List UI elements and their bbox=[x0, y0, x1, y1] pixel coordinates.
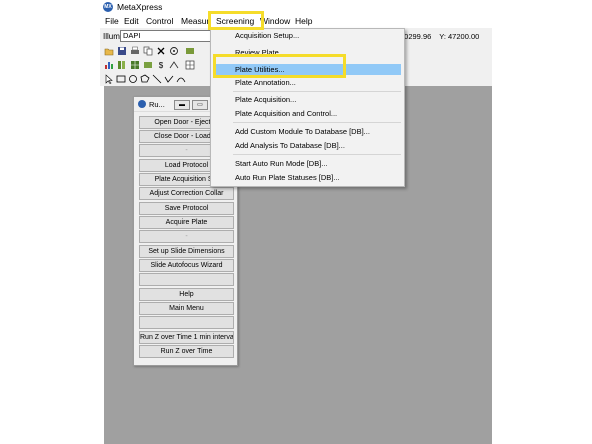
separator-button[interactable]: - bbox=[139, 230, 234, 243]
menu-item-start-auto-run[interactable]: Start Auto Run Mode [DB]... bbox=[235, 159, 328, 169]
menu-item-plate-annotation[interactable]: Plate Annotation... bbox=[235, 78, 296, 88]
run-z-over-time-button[interactable]: Run Z over Time bbox=[139, 345, 234, 358]
menu-measure[interactable]: Measur bbox=[179, 15, 211, 27]
histogram-icon[interactable] bbox=[104, 60, 114, 70]
save-icon[interactable] bbox=[117, 46, 127, 56]
adjust-correction-collar-button[interactable]: Adjust Correction Collar bbox=[139, 187, 234, 200]
metaxpress-window: MX MetaXpress File Edit Control Measur S… bbox=[100, 0, 492, 444]
workspace-edge bbox=[100, 86, 104, 444]
menu-item-auto-run-statuses[interactable]: Auto Run Plate Statuses [DB]... bbox=[235, 173, 340, 183]
coord-y: Y: 47200.00 bbox=[439, 32, 480, 41]
slide-autofocus-wizard-button[interactable]: Slide Autofocus Wizard bbox=[139, 259, 234, 272]
pointer-icon[interactable] bbox=[104, 74, 114, 84]
grid-view-icon[interactable] bbox=[185, 60, 195, 70]
stage-coordinates: 60299.96 Y: 47200.00 bbox=[400, 32, 485, 41]
target-icon[interactable] bbox=[169, 46, 179, 56]
rectangle-tool-icon[interactable] bbox=[116, 74, 126, 84]
line-tool-icon[interactable] bbox=[152, 74, 162, 84]
stack-icon[interactable] bbox=[117, 60, 127, 70]
panel-restore-button[interactable]: ▭ bbox=[192, 100, 208, 110]
menu-bar: File Edit Control Measur Screening Windo… bbox=[100, 14, 492, 42]
menu-item-add-analysis[interactable]: Add Analysis To Database [DB]... bbox=[235, 141, 345, 151]
screening-dropdown-menu: Acquisition Setup... Review Plate... Pla… bbox=[210, 28, 405, 187]
panel-logo-icon bbox=[138, 100, 146, 108]
dollar-icon[interactable]: $ bbox=[156, 60, 166, 70]
panel-minimize-button[interactable]: ▬ bbox=[174, 100, 190, 110]
polyline-tool-icon[interactable] bbox=[164, 74, 174, 84]
layers-icon[interactable] bbox=[143, 60, 153, 70]
set-up-slide-dimensions-button[interactable]: Set up Slide Dimensions bbox=[139, 245, 234, 258]
grid-icon[interactable] bbox=[130, 60, 140, 70]
window-title: MetaXpress bbox=[117, 2, 163, 12]
empty-button[interactable] bbox=[139, 316, 234, 329]
screening-menu-callout bbox=[208, 11, 264, 30]
panel-title: Ru... bbox=[149, 100, 165, 109]
ellipse-tool-icon[interactable] bbox=[128, 74, 138, 84]
close-x-icon[interactable] bbox=[156, 46, 166, 56]
menu-item-plate-acquisition-control[interactable]: Plate Acquisition and Control... bbox=[235, 109, 337, 119]
menu-separator bbox=[233, 91, 401, 92]
menu-item-acquisition-setup[interactable]: Acquisition Setup... bbox=[235, 31, 299, 41]
empty-button[interactable] bbox=[139, 273, 234, 286]
polygon-tool-icon[interactable] bbox=[140, 74, 150, 84]
illum-select[interactable]: DAPI bbox=[120, 30, 212, 42]
title-bar: MX MetaXpress bbox=[100, 0, 492, 14]
menu-edit[interactable]: Edit bbox=[122, 15, 141, 27]
open-folder-icon[interactable] bbox=[104, 46, 114, 56]
print-icon[interactable] bbox=[130, 46, 140, 56]
menu-separator bbox=[233, 122, 401, 123]
menu-file[interactable]: File bbox=[103, 15, 121, 27]
main-menu-button[interactable]: Main Menu bbox=[139, 302, 234, 315]
menu-help[interactable]: Help bbox=[293, 15, 314, 27]
save-protocol-button[interactable]: Save Protocol bbox=[139, 202, 234, 215]
help-button[interactable]: Help bbox=[139, 288, 234, 301]
acquire-plate-button[interactable]: Acquire Plate bbox=[139, 216, 234, 229]
run-z-over-time-1min-button[interactable]: Run Z over Time 1 min interval bbox=[139, 331, 234, 344]
menu-item-add-custom-module[interactable]: Add Custom Module To Database [DB]... bbox=[235, 127, 370, 137]
copy-icon[interactable] bbox=[143, 46, 153, 56]
plate-utilities-callout bbox=[213, 54, 346, 78]
filter-icon[interactable] bbox=[185, 46, 195, 56]
arc-tool-icon[interactable] bbox=[176, 74, 186, 84]
menu-separator bbox=[233, 154, 401, 155]
app-logo-icon: MX bbox=[103, 2, 113, 12]
measure-icon[interactable] bbox=[169, 60, 179, 70]
svg-text:$: $ bbox=[159, 61, 164, 70]
menu-control[interactable]: Control bbox=[144, 15, 175, 27]
menu-item-plate-acquisition[interactable]: Plate Acquisition... bbox=[235, 95, 296, 105]
